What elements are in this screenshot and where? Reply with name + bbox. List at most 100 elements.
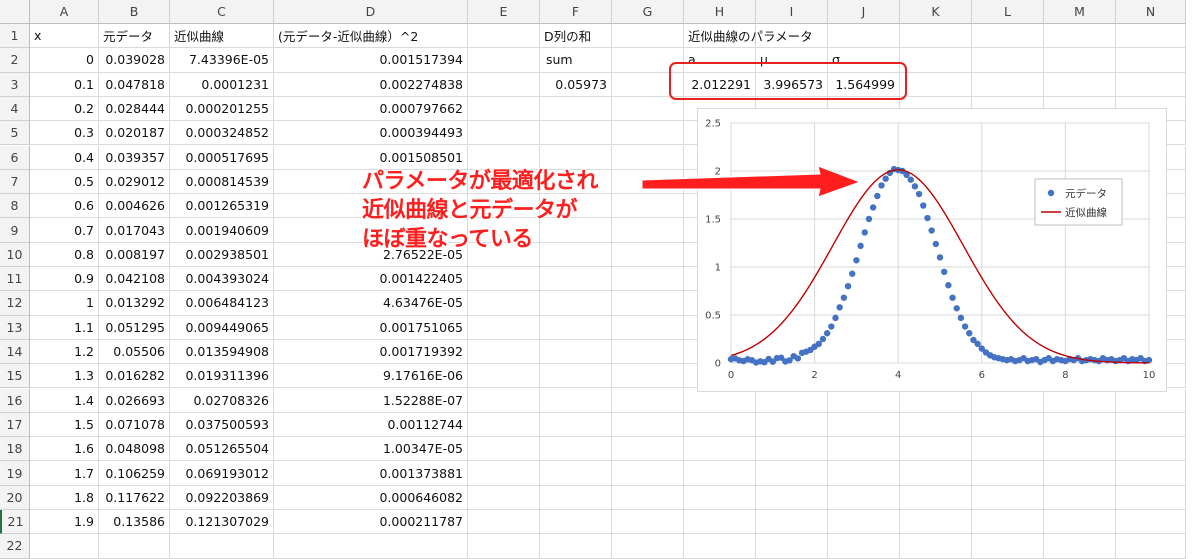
cell-k2[interactable] <box>900 48 972 73</box>
cell-f15[interactable] <box>540 364 612 389</box>
cell-e1[interactable] <box>468 24 540 49</box>
cell-h22[interactable] <box>684 534 756 559</box>
row-header[interactable]: 17 <box>0 412 30 438</box>
cell-i1[interactable] <box>756 24 828 49</box>
cell-f14[interactable] <box>540 339 612 365</box>
cell-b15[interactable]: 0.016282 <box>99 364 170 389</box>
cell-a20[interactable]: 1.8 <box>30 485 99 510</box>
cell-c12[interactable]: 0.006484123 <box>170 291 274 316</box>
column-header-i[interactable]: I <box>756 0 828 24</box>
cell-j1[interactable] <box>828 24 900 49</box>
cell-i22[interactable] <box>756 534 828 559</box>
cell-c4[interactable]: 0.000201255 <box>170 96 274 122</box>
cell-b10[interactable]: 0.008197 <box>99 242 170 267</box>
column-header-c[interactable]: C <box>170 0 274 24</box>
cell-k1[interactable] <box>900 24 972 49</box>
cell-b1[interactable]: 元データ <box>99 24 170 49</box>
cell-f19[interactable] <box>540 461 612 486</box>
cell-i17[interactable] <box>756 412 828 438</box>
cell-j18[interactable] <box>828 437 900 462</box>
cell-n18[interactable] <box>1116 437 1186 462</box>
cell-b19[interactable]: 0.106259 <box>99 461 170 486</box>
cell-b21[interactable]: 0.13586 <box>99 510 170 535</box>
row-header[interactable]: 4 <box>0 96 30 122</box>
cell-g17[interactable] <box>612 412 684 438</box>
cell-g19[interactable] <box>612 461 684 486</box>
cell-g18[interactable] <box>612 437 684 462</box>
cell-d17[interactable]: 0.00112744 <box>274 412 468 438</box>
cell-h19[interactable] <box>684 461 756 486</box>
cell-d4[interactable]: 0.000797662 <box>274 96 468 122</box>
cell-l20[interactable] <box>972 485 1044 510</box>
cell-m2[interactable] <box>1044 48 1116 73</box>
cell-b9[interactable]: 0.017043 <box>99 218 170 243</box>
column-header-j[interactable]: J <box>828 0 900 24</box>
cell-c13[interactable]: 0.009449065 <box>170 315 274 340</box>
cell-k20[interactable] <box>900 485 972 510</box>
cell-k21[interactable] <box>900 510 972 535</box>
cell-m22[interactable] <box>1044 534 1116 559</box>
cell-i19[interactable] <box>756 461 828 486</box>
cell-f18[interactable] <box>540 437 612 462</box>
cell-j21[interactable] <box>828 510 900 535</box>
column-header-m[interactable]: M <box>1044 0 1116 24</box>
cell-b8[interactable]: 0.004626 <box>99 194 170 219</box>
cell-j19[interactable] <box>828 461 900 486</box>
cell-k17[interactable] <box>900 412 972 438</box>
row-header[interactable]: 11 <box>0 267 30 292</box>
cell-a9[interactable]: 0.7 <box>30 218 99 243</box>
cell-c3[interactable]: 0.0001231 <box>170 72 274 97</box>
cell-b4[interactable]: 0.028444 <box>99 96 170 122</box>
cell-h20[interactable] <box>684 485 756 510</box>
cell-b20[interactable]: 0.117622 <box>99 485 170 510</box>
cell-a21[interactable]: 1.9 <box>30 510 99 535</box>
cell-k22[interactable] <box>900 534 972 559</box>
cell-a12[interactable]: 1 <box>30 291 99 316</box>
row-header[interactable]: 9 <box>0 218 30 243</box>
cell-a6[interactable]: 0.4 <box>30 145 99 170</box>
cell-d2[interactable]: 0.001517394 <box>274 48 468 73</box>
column-header-a[interactable]: A <box>30 0 99 24</box>
cell-a17[interactable]: 1.5 <box>30 412 99 438</box>
cell-b6[interactable]: 0.039357 <box>99 145 170 170</box>
row-header[interactable]: 15 <box>0 364 30 389</box>
cell-e13[interactable] <box>468 315 540 340</box>
column-header-b[interactable]: B <box>99 0 170 24</box>
cell-c19[interactable]: 0.069193012 <box>170 461 274 486</box>
cell-b14[interactable]: 0.05506 <box>99 339 170 365</box>
cell-g4[interactable] <box>612 96 684 122</box>
cell-a2[interactable]: 0 <box>30 48 99 73</box>
cell-i18[interactable] <box>756 437 828 462</box>
cell-d20[interactable]: 0.000646082 <box>274 485 468 510</box>
cell-d5[interactable]: 0.000394493 <box>274 121 468 146</box>
cell-h17[interactable] <box>684 412 756 438</box>
column-header-e[interactable]: E <box>468 0 540 24</box>
cell-l3[interactable] <box>972 72 1044 97</box>
cell-b7[interactable]: 0.029012 <box>99 169 170 195</box>
cell-e21[interactable] <box>468 510 540 535</box>
column-header-f[interactable]: F <box>540 0 612 24</box>
column-header-k[interactable]: K <box>900 0 972 24</box>
cell-g14[interactable] <box>612 339 684 365</box>
cell-e3[interactable] <box>468 72 540 97</box>
cell-c16[interactable]: 0.02708326 <box>170 388 274 413</box>
cell-c7[interactable]: 0.000814539 <box>170 169 274 195</box>
cell-i21[interactable] <box>756 510 828 535</box>
cell-h18[interactable] <box>684 437 756 462</box>
cell-f5[interactable] <box>540 121 612 146</box>
cell-b3[interactable]: 0.047818 <box>99 72 170 97</box>
cell-g22[interactable] <box>612 534 684 559</box>
cell-b5[interactable]: 0.020187 <box>99 121 170 146</box>
cell-f1[interactable]: D列の和 <box>540 24 612 49</box>
row-header[interactable]: 1 <box>0 24 30 49</box>
cell-a22[interactable] <box>30 534 99 559</box>
cell-a1[interactable]: x <box>30 24 99 49</box>
cell-m20[interactable] <box>1044 485 1116 510</box>
cell-d14[interactable]: 0.001719392 <box>274 339 468 365</box>
column-header-d[interactable]: D <box>274 0 468 24</box>
row-header[interactable]: 18 <box>0 437 30 462</box>
cell-b2[interactable]: 0.039028 <box>99 48 170 73</box>
cell-f2[interactable]: sum <box>540 48 612 73</box>
cell-g20[interactable] <box>612 485 684 510</box>
cell-m17[interactable] <box>1044 412 1116 438</box>
